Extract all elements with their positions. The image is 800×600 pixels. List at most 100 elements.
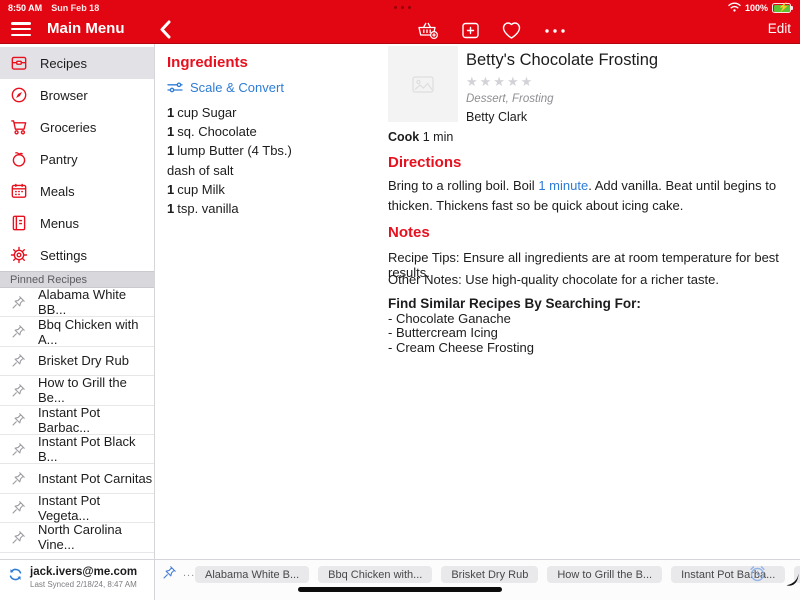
- pinned-recipe-label: Instant Pot Black B...: [38, 434, 154, 464]
- pinned-tab[interactable]: Bbq Chicken with...: [318, 566, 432, 583]
- wifi-icon: [728, 2, 741, 14]
- pin-icon: [11, 442, 26, 457]
- directions-heading: Directions: [388, 154, 461, 171]
- tabs-overflow-indicator[interactable]: ...: [183, 567, 195, 579]
- recipe-photo-placeholder[interactable]: [388, 46, 458, 122]
- ingredients-panel: Ingredients Scale & Convert 1cup Sugar 1…: [155, 44, 388, 559]
- pinned-recipes-header: Pinned Recipes: [0, 271, 154, 288]
- similar-recipe-item: - Buttercream Icing: [388, 326, 534, 340]
- status-time: 8:50 AM: [8, 3, 42, 13]
- edit-button[interactable]: Edit: [768, 21, 791, 36]
- pinned-recipe-label: Alabama White BB...: [38, 287, 154, 317]
- sliders-icon: [167, 81, 183, 94]
- pin-icon: [11, 353, 26, 368]
- similar-recipe-item: - Chocolate Ganache: [388, 312, 534, 326]
- pinned-tab[interactable]: Brisket Dry Rub: [441, 566, 538, 583]
- recipe-detail-panel: Betty's Chocolate Frosting ★★★★★ Dessert…: [388, 44, 795, 559]
- pinned-recipe-label: Instant Pot Barbac...: [38, 405, 154, 435]
- ingredient-row: 1lump Butter (4 Tbs.): [167, 141, 388, 160]
- timer-alarm-icon[interactable]: [748, 564, 767, 583]
- similar-recipes-heading: Find Similar Recipes By Searching For:: [388, 296, 641, 311]
- header-bar: 8:50 AM Sun Feb 18 100% ⚡ Main Menu: [0, 0, 800, 44]
- pinned-tab[interactable]: Instant Pot Barba...: [671, 566, 785, 583]
- sidebar-item-browser[interactable]: Browser: [0, 79, 154, 111]
- pinned-recipe-item[interactable]: How to Grill the Be...: [0, 376, 154, 405]
- page-title: Main Menu: [47, 20, 125, 37]
- sidebar-item-meals[interactable]: Meals: [0, 175, 154, 207]
- pinned-recipe-item[interactable]: Bbq Chicken with A...: [0, 317, 154, 346]
- favorite-heart-button[interactable]: [501, 21, 522, 45]
- sidebar-item-settings[interactable]: Settings: [0, 239, 154, 271]
- sidebar-item-label: Pantry: [40, 152, 78, 167]
- pin-icon: [162, 565, 177, 580]
- pantry-jar-icon: [10, 150, 28, 168]
- ingredient-row: dash of salt: [167, 161, 388, 180]
- sidebar-item-groceries[interactable]: Groceries: [0, 111, 154, 143]
- hamburger-menu-icon[interactable]: [11, 22, 31, 37]
- navigation-bar: Main Menu Edit: [0, 16, 800, 44]
- home-indicator[interactable]: [298, 587, 502, 592]
- rating-stars[interactable]: ★★★★★: [466, 74, 658, 90]
- similar-recipes-list: - Chocolate Ganache - Buttercream Icing …: [388, 312, 534, 355]
- directions-text: Bring to a rolling boil. Boil 1 minute. …: [388, 176, 793, 216]
- groceries-cart-icon: [10, 118, 28, 136]
- sidebar-item-label: Menus: [40, 216, 79, 231]
- sidebar-item-label: Recipes: [40, 56, 87, 71]
- meals-calendar-icon: [10, 182, 28, 200]
- pin-icon: [11, 383, 26, 398]
- last-synced-text: Last Synced 2/18/24, 8:47 AM: [30, 580, 137, 589]
- cook-time-row: Cook 1 min: [388, 130, 453, 144]
- pinned-recipe-item[interactable]: Instant Pot Carnitas: [0, 464, 154, 493]
- pinned-tabs-bar: ... Alabama White B... Bbq Chicken with.…: [155, 559, 800, 600]
- ingredients-heading: Ingredients: [167, 54, 388, 71]
- recipe-title: Betty's Chocolate Frosting: [466, 51, 658, 70]
- pinned-recipe-item[interactable]: Instant Pot Barbac...: [0, 406, 154, 435]
- cook-label: Cook: [388, 130, 419, 144]
- pinned-recipe-label: Brisket Dry Rub: [38, 353, 129, 368]
- pin-icon: [11, 471, 26, 486]
- account-email: jack.ivers@me.com: [30, 566, 137, 578]
- pinned-recipe-item[interactable]: Alabama White BB...: [0, 288, 154, 317]
- ingredient-row: 1sq. Chocolate: [167, 122, 388, 141]
- pinned-recipe-label: North Carolina Vine...: [38, 522, 154, 552]
- ingredient-row: 1cup Sugar: [167, 103, 388, 122]
- timer-link[interactable]: 1 minute: [538, 178, 588, 193]
- add-to-calendar-button[interactable]: [461, 21, 480, 45]
- recipe-author: Betty Clark: [466, 110, 658, 124]
- other-notes: Other Notes: Use high-quality chocolate …: [388, 272, 793, 287]
- sidebar-item-pantry[interactable]: Pantry: [0, 143, 154, 175]
- ingredient-row: 1cup Milk: [167, 180, 388, 199]
- sidebar-item-label: Browser: [40, 88, 88, 103]
- battery-icon: ⚡: [772, 3, 793, 13]
- pinned-recipe-item[interactable]: Instant Pot Vegeta...: [0, 494, 154, 523]
- pinned-recipe-label: Instant Pot Vegeta...: [38, 493, 154, 523]
- app-window: 8:50 AM Sun Feb 18 100% ⚡ Main Menu: [0, 0, 800, 600]
- pinned-tab[interactable]: Alabama White B...: [195, 566, 309, 583]
- pin-icon: [11, 530, 26, 545]
- pin-icon: [11, 412, 26, 427]
- ingredients-list: 1cup Sugar 1sq. Chocolate 1lump Butter (…: [167, 103, 388, 218]
- sidebar-item-recipes[interactable]: Recipes: [0, 47, 154, 79]
- scale-convert-button[interactable]: Scale & Convert: [167, 80, 388, 95]
- ingredient-row: 1tsp. vanilla: [167, 199, 388, 218]
- add-to-groceries-button[interactable]: [417, 20, 440, 45]
- pinned-recipe-label: Instant Pot Carnitas: [38, 471, 152, 486]
- pinned-tab[interactable]: How to Grill the B...: [547, 566, 662, 583]
- pinned-recipe-label: Bbq Chicken with A...: [38, 317, 154, 347]
- sidebar-item-menus[interactable]: Menus: [0, 207, 154, 239]
- status-bar: 8:50 AM Sun Feb 18 100% ⚡: [0, 0, 800, 16]
- cook-time-value: 1 min: [423, 130, 454, 144]
- pinned-recipe-item[interactable]: Instant Pot Black B...: [0, 435, 154, 464]
- settings-gear-icon: [10, 246, 28, 264]
- recipes-box-icon: [10, 54, 28, 72]
- back-button[interactable]: [159, 20, 171, 44]
- sync-icon[interactable]: [8, 567, 23, 582]
- sidebar-item-label: Meals: [40, 184, 75, 199]
- pinned-recipe-item[interactable]: North Carolina Vine...: [0, 523, 154, 552]
- pinned-recipe-label: How to Grill the Be...: [38, 375, 154, 405]
- pin-icon: [11, 295, 26, 310]
- sidebar-item-label: Groceries: [40, 120, 96, 135]
- more-options-button[interactable]: [543, 21, 567, 45]
- pointer-cursor: [784, 572, 799, 592]
- pinned-recipe-item[interactable]: Brisket Dry Rub: [0, 347, 154, 376]
